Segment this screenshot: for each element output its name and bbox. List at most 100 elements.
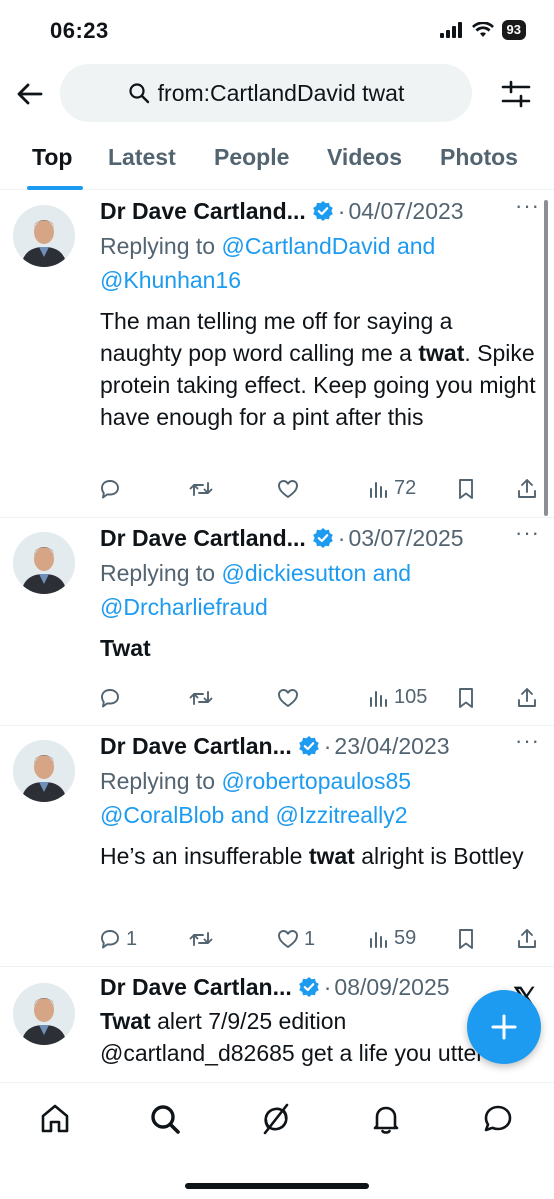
avatar-image (13, 740, 75, 802)
tweet-date[interactable]: 08/09/2025 (334, 974, 449, 1001)
author-name[interactable]: Dr Dave Cartland... (100, 525, 306, 552)
views-icon (370, 690, 387, 707)
retweet-button[interactable] (188, 927, 214, 951)
search-query: from:CartlandDavid twat (157, 79, 405, 106)
avatar[interactable] (13, 740, 75, 802)
separator-dot: · (323, 732, 332, 759)
avatar-image (13, 983, 75, 1045)
more-options-button[interactable]: ··· (515, 193, 540, 219)
like-icon (278, 689, 298, 707)
tab-latest[interactable]: Latest (108, 144, 176, 171)
avatar[interactable] (13, 205, 75, 267)
scrollbar[interactable] (544, 200, 548, 516)
view-count: 59 (394, 927, 417, 949)
tweet-date[interactable]: 23/04/2023 (334, 733, 449, 760)
author-name[interactable]: Dr Dave Cartlan... (100, 733, 292, 760)
tweet-text: The man telling me off for saying a naug… (100, 305, 540, 433)
tab-top[interactable]: Top (32, 144, 72, 171)
reply-icon (101, 689, 119, 708)
views-button[interactable]: 72 (368, 477, 416, 500)
share-icon (518, 929, 536, 948)
replying-to: Replying to @robertopaulos85 @CoralBlob … (100, 764, 540, 832)
nav-explore[interactable] (147, 1101, 183, 1137)
verified-icon (298, 976, 320, 998)
like-button[interactable] (276, 477, 304, 501)
like-button[interactable]: 1 (276, 927, 315, 951)
author-name[interactable]: Dr Dave Cartland... (100, 198, 306, 225)
reply-icon (101, 930, 119, 949)
nav-grok[interactable] (258, 1101, 294, 1137)
bookmark-button[interactable] (455, 477, 477, 501)
like-count: 1 (304, 927, 316, 950)
reply-mention-link[interactable]: @Khunhan16 (100, 267, 241, 293)
tweet[interactable]: Dr Dave Cartlan... · 23/04/2023 ··· Repl… (0, 726, 554, 967)
search-icon (129, 83, 149, 104)
avatar[interactable] (13, 532, 75, 594)
replying-prefix: Replying to (100, 233, 222, 259)
search-row: from:CartlandDavid twat (0, 64, 554, 124)
retweet-icon (189, 482, 213, 496)
status-bar: 06:23 93 (0, 0, 554, 62)
reply-mention-link[interactable]: @Drcharliefraud (100, 594, 268, 620)
avatar-image (13, 205, 75, 267)
messages-icon (484, 1105, 512, 1132)
bookmark-button[interactable] (455, 686, 477, 710)
tweet-text: He’s an insufferable twat alright is Bot… (100, 840, 540, 872)
grok-icon (263, 1103, 289, 1135)
tweet-text: Twat (100, 632, 540, 664)
nav-home[interactable] (37, 1101, 73, 1137)
reply-mention-link[interactable]: @robertopaulos85 (221, 768, 411, 794)
notifications-icon (373, 1106, 399, 1134)
tweet-date[interactable]: 03/07/2025 (348, 525, 463, 552)
home-indicator (185, 1183, 369, 1189)
retweet-button[interactable] (188, 686, 214, 710)
more-options-button[interactable]: ··· (515, 520, 540, 546)
reply-mention-link[interactable]: @CoralBlob and @Izzitreally2 (100, 802, 408, 828)
views-button[interactable]: 59 (368, 927, 416, 950)
tweet-text-part: The man telling me off for saying a naug… (100, 308, 453, 366)
verified-icon (312, 527, 334, 549)
nav-messages[interactable] (480, 1101, 516, 1137)
more-options-button[interactable]: ··· (515, 728, 540, 754)
reply-button[interactable] (98, 686, 126, 710)
share-button[interactable] (516, 686, 538, 710)
back-button[interactable] (14, 78, 46, 110)
nav-notifications[interactable] (368, 1101, 404, 1137)
retweet-button[interactable] (188, 477, 214, 501)
author-name[interactable]: Dr Dave Cartlan... (100, 974, 292, 1001)
separator-dot: · (337, 524, 346, 551)
tweet-header: Dr Dave Cartlan... · 08/09/2025 (100, 969, 540, 1005)
share-button[interactable] (516, 927, 538, 951)
tweet[interactable]: Dr Dave Cartland... · 04/07/2023 ··· Rep… (0, 191, 554, 518)
tweet-date[interactable]: 04/07/2023 (348, 198, 463, 225)
view-count: 72 (394, 477, 417, 499)
filter-button[interactable] (500, 78, 532, 110)
tab-photos[interactable]: Photos (440, 144, 518, 171)
bookmark-button[interactable] (455, 927, 477, 951)
tweet[interactable]: Dr Dave Cartland... · 03/07/2025 ··· Rep… (0, 518, 554, 726)
retweet-icon (189, 932, 213, 946)
avatar[interactable] (13, 983, 75, 1045)
tweet-text-bold: Twat (100, 635, 151, 661)
reply-mention-link[interactable]: @CartlandDavid and (221, 233, 435, 259)
search-input[interactable]: from:CartlandDavid twat (60, 64, 472, 122)
reply-mention-link[interactable]: @dickiesutton and (221, 560, 411, 586)
views-button[interactable]: 105 (368, 686, 427, 709)
reply-button[interactable]: 1 (98, 927, 137, 951)
wifi-icon (471, 22, 494, 37)
like-button[interactable] (276, 686, 304, 710)
compose-icon (491, 1014, 517, 1040)
share-button[interactable] (516, 477, 538, 501)
reply-button[interactable] (98, 477, 126, 501)
tweet-feed[interactable]: Dr Dave Cartland... · 04/07/2023 ··· Rep… (0, 191, 554, 1081)
compose-button[interactable] (467, 990, 541, 1064)
tab-videos[interactable]: Videos (327, 144, 402, 171)
verified-icon (312, 200, 334, 222)
status-icons: 93 (439, 20, 526, 40)
tweet-header: Dr Dave Cartland... · 03/07/2025 ··· (100, 520, 540, 556)
replying-to: Replying to @CartlandDavid and @Khunhan1… (100, 229, 540, 297)
views-icon (370, 931, 387, 948)
battery-indicator: 93 (501, 20, 526, 40)
like-icon (278, 930, 298, 948)
tab-people[interactable]: People (214, 144, 289, 171)
